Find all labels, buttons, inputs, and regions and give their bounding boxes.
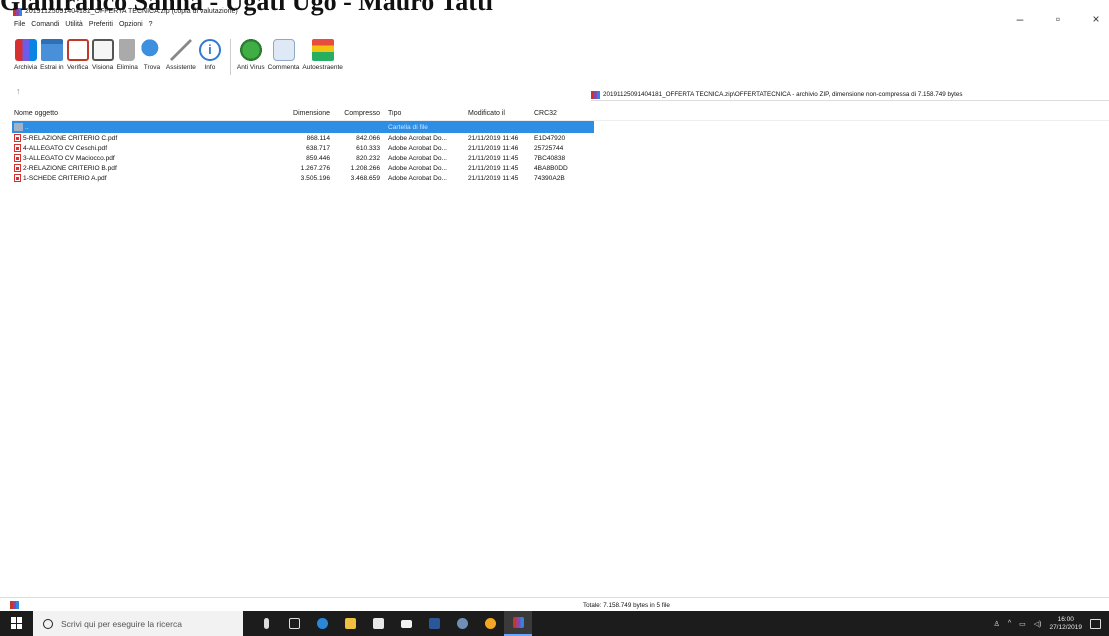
archive-icon — [591, 90, 600, 99]
archive-status-icon — [10, 601, 19, 609]
store-icon[interactable] — [364, 611, 392, 636]
column-header-compressed[interactable]: Compresso — [332, 110, 382, 117]
elimina-button[interactable]: Elimina — [117, 39, 138, 71]
pdf-file-icon — [14, 144, 21, 152]
info-button[interactable]: i Info — [198, 39, 221, 71]
search-placeholder: Scrivi qui per eseguire la ricerca — [61, 618, 182, 629]
autoestraente-button[interactable]: Autoestraente — [302, 39, 343, 71]
commenta-button[interactable]: Commenta — [268, 39, 299, 71]
taskbar-apps — [252, 611, 532, 636]
task-view-icon[interactable] — [280, 611, 308, 636]
network-icon[interactable]: ▭ — [1019, 620, 1026, 628]
estrai-button[interactable]: Estrai in — [40, 39, 64, 71]
column-header-crc32[interactable]: CRC32 — [528, 110, 588, 117]
menu-comandi[interactable]: Comandi — [31, 21, 59, 33]
parent-folder-icon — [14, 123, 23, 131]
trova-button[interactable]: Trova — [140, 39, 163, 71]
mail-icon[interactable] — [392, 611, 420, 636]
maximize-button[interactable]: ▫ — [1051, 12, 1065, 26]
window-controls: – ▫ × — [1013, 12, 1103, 26]
file-row[interactable]: 1-SCHEDE CRITERIO A.pdf 3.505.196 3.468.… — [12, 173, 1109, 183]
microphone-icon[interactable] — [252, 611, 280, 636]
column-header-modified[interactable]: Modificato il — [462, 110, 528, 117]
file-list: Nome oggetto Dimensione Compresso Tipo M… — [12, 107, 1109, 183]
file-row[interactable]: 4-ALLEGATO CV Ceschi.pdf 638.717 610.333… — [12, 143, 1109, 153]
file-row[interactable]: 3-ALLEGATO CV Maciocco.pdf 859.446 820.2… — [12, 153, 1109, 163]
wand-icon — [169, 39, 192, 61]
assistente-button[interactable]: Assistente — [166, 39, 196, 71]
archive-path-bar[interactable]: 20191125091404181_OFFERTA TECNICA.zip\OF… — [591, 89, 1109, 101]
people-icon[interactable]: ♙ — [994, 620, 1000, 628]
column-header-name[interactable]: Nome oggetto — [12, 110, 274, 117]
antivirus-button[interactable]: Anti Virus — [237, 39, 265, 71]
menu-utilita[interactable]: Utilità — [65, 21, 83, 33]
archivia-button[interactable]: Archivia — [14, 39, 37, 71]
winrar-taskbar-icon[interactable] — [504, 611, 532, 636]
up-folder-button[interactable]: ↑ — [16, 86, 21, 96]
notification-icon[interactable] — [1090, 618, 1101, 629]
book-icon — [91, 39, 114, 61]
verifica-button[interactable]: Verifica — [66, 39, 89, 71]
archive-icon — [14, 39, 37, 61]
antivirus-icon — [239, 39, 262, 61]
volume-icon[interactable]: ◁) — [1034, 620, 1042, 628]
folder-icon — [40, 39, 63, 61]
start-button[interactable] — [11, 617, 23, 629]
pdf-file-icon — [14, 154, 21, 162]
file-row[interactable]: 5-RELAZIONE CRITERIO C.pdf 868.114 842.0… — [12, 133, 1109, 143]
taskbar-search-box[interactable]: Scrivi qui per eseguire la ricerca — [33, 611, 243, 636]
app-icon[interactable] — [448, 611, 476, 636]
info-icon: i — [198, 39, 221, 61]
magnifier-icon — [140, 39, 163, 61]
pdf-file-icon — [14, 134, 21, 142]
menu-help[interactable]: ? — [149, 21, 153, 33]
edge-icon[interactable] — [308, 611, 336, 636]
toolbar: Archivia Estrai in Verifica Visiona Elim… — [14, 39, 346, 81]
archive-path-text: 20191125091404181_OFFERTA TECNICA.zip\OF… — [603, 91, 963, 98]
file-row[interactable]: 2-RELAZIONE CRITERIO B.pdf 1.267.276 1.2… — [12, 163, 1109, 173]
menu-preferiti[interactable]: Preferiti — [89, 21, 113, 33]
pdf-file-icon — [14, 164, 21, 172]
cortana-icon — [43, 618, 53, 629]
toolbar-separator — [229, 39, 231, 75]
close-button[interactable]: × — [1089, 12, 1103, 26]
overlay-header-text: Gianfranco Sanna - Ugati Ugo - Mauro Tat… — [0, 0, 493, 16]
windows-taskbar: Scrivi qui per eseguire la ricerca ♙ ^ ▭… — [0, 611, 1109, 636]
comment-icon — [272, 39, 295, 61]
minimize-button[interactable]: – — [1013, 12, 1027, 26]
menu-file[interactable]: File — [14, 21, 25, 33]
column-header-size[interactable]: Dimensione — [274, 110, 332, 117]
menu-bar: File Comandi Utilità Preferiti Opzioni ? — [14, 21, 153, 33]
chevron-up-icon[interactable]: ^ — [1008, 620, 1011, 627]
browser-icon[interactable] — [476, 611, 504, 636]
trash-icon — [119, 39, 136, 61]
menu-opzioni[interactable]: Opzioni — [119, 21, 143, 33]
status-total-text: Totale: 7.158.749 bytes in 5 file — [583, 602, 670, 609]
column-header-type[interactable]: Tipo — [382, 110, 462, 117]
visiona-button[interactable]: Visiona — [91, 39, 114, 71]
word-icon[interactable] — [420, 611, 448, 636]
pdf-file-icon — [14, 174, 21, 182]
status-bar: Totale: 7.158.749 bytes in 5 file — [0, 597, 1109, 611]
sfx-icon — [311, 39, 334, 61]
file-explorer-icon[interactable] — [336, 611, 364, 636]
parent-folder-row[interactable]: .. Cartella di file — [12, 121, 594, 133]
check-icon — [66, 39, 89, 61]
clock[interactable]: 16:00 27/12/2019 — [1049, 616, 1082, 632]
column-headers: Nome oggetto Dimensione Compresso Tipo M… — [12, 107, 1109, 121]
system-tray: ♙ ^ ▭ ◁) 16:00 27/12/2019 — [994, 611, 1101, 636]
